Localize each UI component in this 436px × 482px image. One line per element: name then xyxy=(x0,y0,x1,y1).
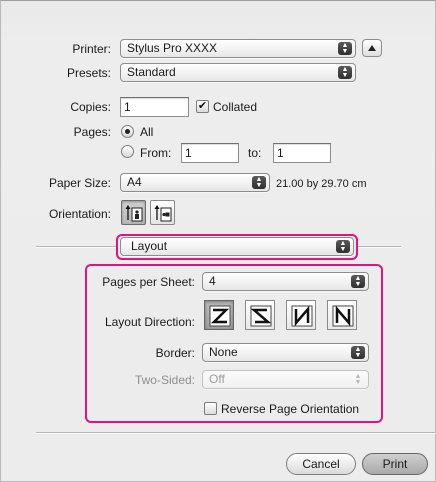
n-order-icon xyxy=(332,305,354,327)
print-label: Print xyxy=(382,457,408,471)
landscape-icon xyxy=(154,205,172,222)
pages-all-radio[interactable] xyxy=(121,125,134,138)
copies-field[interactable]: 1 xyxy=(120,97,189,117)
pages-from-radio[interactable] xyxy=(121,145,134,158)
orientation-label: Orientation: xyxy=(48,207,111,221)
printer-popup[interactable]: Stylus Pro XXXX ▲ ▼ xyxy=(120,39,356,58)
popup-arrows-icon: ▲ ▼ xyxy=(354,373,362,386)
orientation-landscape-button[interactable] xyxy=(150,200,175,225)
pages-to-value: 1 xyxy=(277,146,284,160)
bottom-separator xyxy=(36,432,436,433)
orientation-portrait-button[interactable] xyxy=(121,200,146,225)
pages-per-sheet-value: 4 xyxy=(209,274,216,288)
collated-label: Collated xyxy=(213,100,258,114)
copies-label: Copies: xyxy=(70,100,111,114)
presets-label: Presets: xyxy=(66,66,111,80)
paper-dimensions: 21.00 by 29.70 cm xyxy=(276,178,367,190)
pages-per-sheet-popup[interactable]: 4 ▲ ▼ xyxy=(202,272,369,291)
pages-to-field[interactable]: 1 xyxy=(273,143,331,163)
two-sided-label: Two-Sided: xyxy=(134,373,195,387)
portrait-icon xyxy=(125,205,143,222)
border-value: None xyxy=(209,345,238,359)
border-label: Border: xyxy=(155,346,195,360)
presets-value: Standard xyxy=(127,65,176,79)
popup-arrows-icon: ▲ ▼ xyxy=(252,176,266,189)
layout-direction-n-button[interactable] xyxy=(327,300,357,330)
pages-from-value: 1 xyxy=(185,146,192,160)
copies-value: 1 xyxy=(124,100,131,114)
layout-direction-z-button[interactable] xyxy=(204,300,234,330)
layout-direction-reverse-n-button[interactable] xyxy=(286,300,316,330)
disclosure-triangle-icon xyxy=(368,45,376,51)
popup-arrows-icon: ▲ ▼ xyxy=(338,42,352,55)
pages-per-sheet-label: Pages per Sheet: xyxy=(102,275,195,289)
s-order-icon xyxy=(250,305,272,327)
popup-arrows-icon: ▲ ▼ xyxy=(336,240,350,253)
print-button[interactable]: Print xyxy=(362,453,428,475)
two-sided-value: Off xyxy=(209,372,225,386)
printer-label: Printer: xyxy=(72,42,111,56)
section-popup[interactable]: Layout ▲ ▼ xyxy=(120,237,354,256)
collated-checkbox[interactable]: ✔ xyxy=(196,100,209,113)
separator xyxy=(36,246,116,247)
section-value: Layout xyxy=(131,239,168,253)
layout-direction-s-button[interactable] xyxy=(245,300,275,330)
pages-label: Pages: xyxy=(73,125,111,139)
layout-direction-label: Layout Direction: xyxy=(104,315,195,329)
paper-size-label: Paper Size: xyxy=(48,176,111,190)
popup-arrows-icon: ▲ ▼ xyxy=(338,66,352,79)
pages-to-label: to: xyxy=(248,146,262,160)
printer-value: Stylus Pro XXXX xyxy=(127,41,218,55)
pages-from-field[interactable]: 1 xyxy=(181,143,239,163)
print-dialog: Printer: Stylus Pro XXXX ▲ ▼ Presets: Sta… xyxy=(0,0,436,482)
separator xyxy=(357,246,401,247)
reverse-orientation-checkbox[interactable] xyxy=(204,402,217,415)
cancel-button[interactable]: Cancel xyxy=(286,453,356,475)
paper-size-popup[interactable]: A4 ▲ ▼ xyxy=(120,173,270,192)
border-popup[interactable]: None ▲ ▼ xyxy=(202,343,369,362)
pages-from-label: From: xyxy=(140,146,172,160)
z-order-icon xyxy=(209,305,231,327)
presets-popup[interactable]: Standard ▲ ▼ xyxy=(120,63,356,82)
cancel-label: Cancel xyxy=(302,457,340,471)
reverse-n-order-icon xyxy=(291,305,313,327)
reverse-orientation-label: Reverse Page Orientation xyxy=(221,402,360,416)
pages-all-label: All xyxy=(140,125,154,139)
two-sided-popup: Off ▲ ▼ xyxy=(202,370,369,389)
disclosure-button[interactable] xyxy=(362,39,382,57)
popup-arrows-icon: ▲ ▼ xyxy=(351,346,365,359)
paper-size-value: A4 xyxy=(127,175,142,189)
popup-arrows-icon: ▲ ▼ xyxy=(351,275,365,288)
